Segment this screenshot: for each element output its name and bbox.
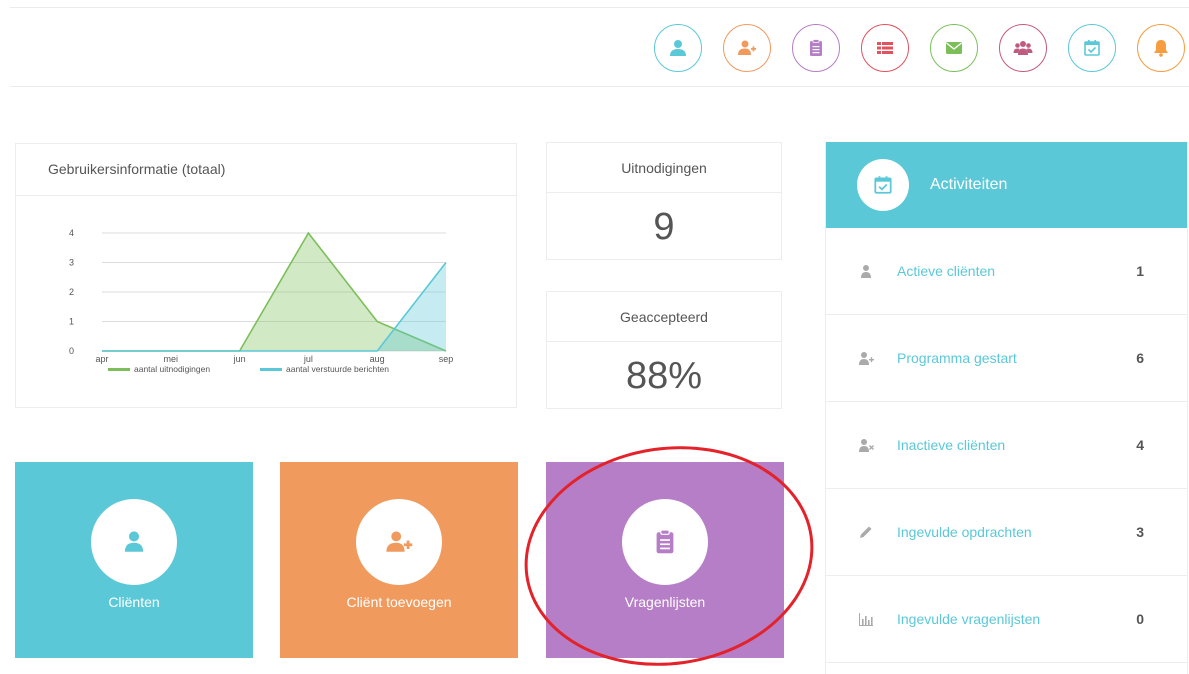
x-tick-label: sep	[439, 354, 454, 364]
y-tick-label: 1	[69, 317, 74, 327]
bell-icon	[1154, 40, 1168, 57]
clients-tile-circle	[91, 499, 177, 585]
accepted-card: Geaccepteerd 88%	[546, 291, 782, 409]
user-icon	[857, 263, 875, 279]
x-tick-label: jul	[303, 354, 313, 364]
legend-swatch	[260, 368, 282, 371]
legend-label: aantal verstuurde berichten	[286, 364, 389, 374]
calendar-check-icon	[874, 176, 892, 194]
toolbar-divider	[10, 86, 1189, 87]
add-client-tile-circle	[356, 499, 442, 585]
questionnaires-tile[interactable]: Vragenlijsten	[546, 462, 784, 658]
user-info-chart: 0 1 2 3 4 apr mei jun jul aug sep aantal uitnodigin…	[69, 228, 454, 374]
questionnaires-tile-circle	[622, 499, 708, 585]
activity-label: Ingevulde opdrachten	[897, 524, 1032, 540]
x-tick-label: apr	[95, 354, 108, 364]
activity-label: Inactieve cliënten	[897, 437, 1006, 453]
activity-count: 1	[1136, 263, 1144, 279]
pencil-icon	[857, 524, 875, 540]
add-client-tile-label: Cliënt toevoegen	[346, 594, 452, 610]
activities-title: Activiteiten	[930, 176, 1008, 193]
clipboard-icon	[656, 529, 674, 554]
invitations-label: Uitnodigingen	[547, 143, 781, 193]
top-toolbar	[654, 24, 1185, 72]
activity-count: 0	[1136, 611, 1144, 627]
bar-chart-icon	[857, 611, 875, 627]
y-tick-label: 0	[69, 346, 74, 356]
activity-row-active-clients[interactable]: Actieve cliënten 1	[826, 228, 1187, 315]
activity-row-program-started[interactable]: Programma gestart 6	[826, 315, 1187, 402]
list-button[interactable]	[861, 24, 909, 72]
activity-label: Programma gestart	[897, 350, 1017, 366]
calendar-button[interactable]	[1068, 24, 1116, 72]
legend-swatch	[108, 368, 130, 371]
activity-label: Ingevulde vragenlijsten	[897, 611, 1041, 627]
activities-header-circle	[857, 159, 909, 211]
user-icon	[670, 40, 686, 56]
messages-button[interactable]	[930, 24, 978, 72]
add-user-button[interactable]	[723, 24, 771, 72]
activity-row-completed-assignments[interactable]: Ingevulde opdrachten 3	[826, 489, 1187, 576]
y-tick-label: 4	[69, 228, 74, 238]
user-info-chart-card: Gebruikersinformatie (totaal) 0 1 2 3 4 apr me…	[15, 143, 517, 408]
activity-label: Actieve cliënten	[897, 263, 996, 279]
activity-count: 6	[1136, 350, 1144, 366]
invitations-card: Uitnodigingen 9	[546, 142, 782, 260]
users-icon	[1013, 41, 1033, 55]
add-client-tile[interactable]: Cliënt toevoegen	[280, 462, 518, 658]
clients-tile-label: Cliënten	[108, 594, 160, 610]
user-button[interactable]	[654, 24, 702, 72]
x-tick-label: jun	[233, 354, 246, 364]
questionnaires-tile-label: Vragenlijsten	[624, 594, 706, 610]
activity-count: 4	[1136, 437, 1144, 453]
user-plus-icon	[386, 531, 413, 552]
top-divider	[10, 7, 1189, 8]
legend-label: aantal uitnodigingen	[134, 364, 210, 374]
activity-count: 3	[1136, 524, 1144, 540]
invitations-value: 9	[653, 206, 675, 248]
user-plus-icon	[857, 350, 875, 366]
list-icon	[877, 42, 893, 54]
questionnaire-button[interactable]	[792, 24, 840, 72]
user-x-icon	[857, 437, 875, 453]
x-tick-label: mei	[164, 354, 179, 364]
y-tick-label: 2	[69, 287, 74, 297]
envelope-icon	[946, 42, 962, 54]
accepted-value: 88%	[625, 355, 703, 397]
chart-card-title: Gebruikersinformatie (totaal)	[16, 144, 516, 196]
user-plus-icon	[738, 40, 756, 55]
groups-button[interactable]	[999, 24, 1047, 72]
activities-header: Activiteiten	[826, 142, 1187, 228]
notifications-button[interactable]	[1137, 24, 1185, 72]
clients-tile[interactable]: Cliënten	[15, 462, 253, 658]
activity-row-completed-questionnaires[interactable]: Ingevulde vragenlijsten 0	[826, 576, 1187, 663]
x-tick-label: aug	[370, 354, 385, 364]
activities-panel: Activiteiten Actieve cliënten 1 Programm…	[825, 142, 1188, 674]
accepted-label: Geaccepteerd	[547, 292, 781, 342]
y-tick-label: 3	[69, 258, 74, 268]
user-icon	[124, 531, 144, 552]
clipboard-icon	[810, 39, 822, 56]
activity-row-inactive-clients[interactable]: Inactieve cliënten 4	[826, 402, 1187, 489]
calendar-check-icon	[1084, 40, 1100, 56]
